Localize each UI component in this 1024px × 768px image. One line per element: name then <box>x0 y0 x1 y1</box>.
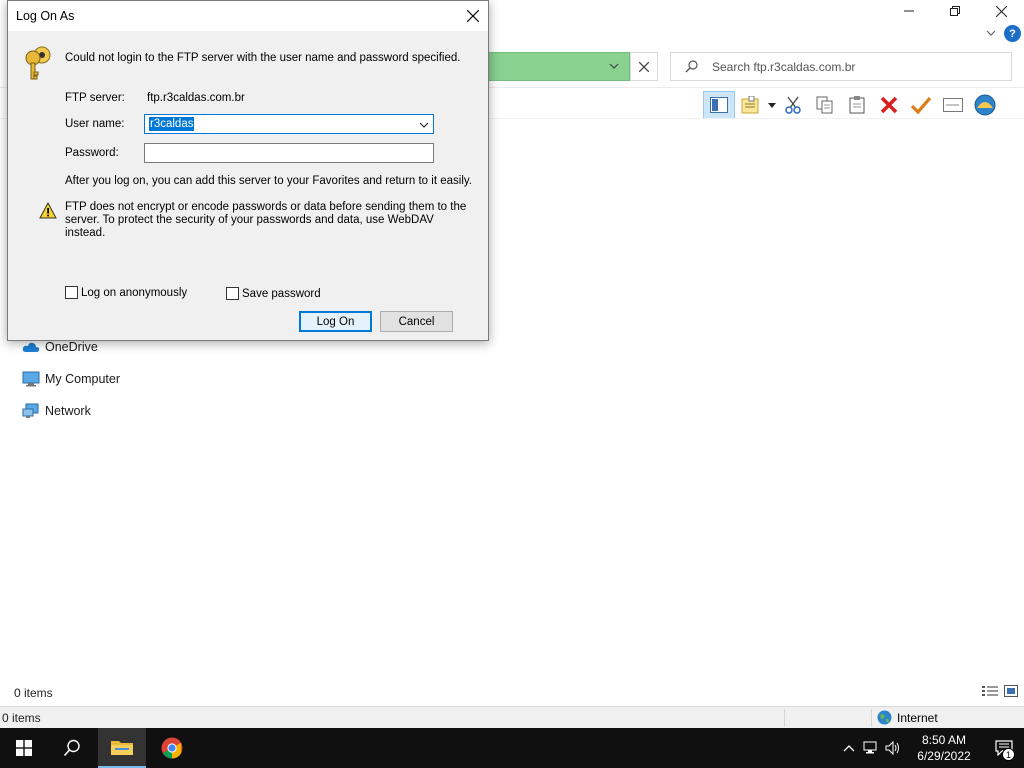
dialog-title: Log On As <box>16 9 75 23</box>
save-password-checkbox[interactable]: Save password <box>226 287 321 300</box>
folder-icon <box>111 741 133 755</box>
copy-icon[interactable] <box>809 91 841 119</box>
anonymous-checkbox[interactable]: Log on anonymously <box>65 286 187 299</box>
taskbar-search-button[interactable] <box>48 728 96 768</box>
checkbox-box[interactable] <box>226 287 239 300</box>
cancel-button-label: Cancel <box>398 315 435 328</box>
security-zone: Internet <box>877 710 938 725</box>
nav-item-label: OneDrive <box>45 340 98 354</box>
properties-note-button[interactable] <box>735 91 767 119</box>
status-divider <box>871 709 872 727</box>
chevron-down-icon[interactable] <box>419 119 429 129</box>
error-message: Could not login to the FTP server with t… <box>65 52 461 64</box>
status-divider <box>784 709 785 727</box>
taskbar-file-explorer[interactable] <box>98 728 146 768</box>
minimize-button[interactable] <box>886 0 932 22</box>
network-icon <box>22 403 40 419</box>
username-label: User name: <box>65 118 125 130</box>
start-button[interactable] <box>0 728 48 768</box>
delete-icon[interactable] <box>873 91 905 119</box>
large-icons-view-icon[interactable] <box>1004 685 1018 700</box>
windows-logo-icon <box>16 740 32 756</box>
properties-dropdown-icon[interactable] <box>767 91 777 119</box>
password-field[interactable] <box>144 143 434 163</box>
username-combobox[interactable]: r3caldas <box>144 114 434 134</box>
nav-item-label: My Computer <box>45 372 121 386</box>
password-label: Password: <box>65 147 119 159</box>
close-button[interactable] <box>978 0 1024 22</box>
address-dropdown-chevron-icon[interactable] <box>606 58 622 74</box>
clock-time: 8:50 AM <box>921 733 967 747</box>
network-status-icon[interactable] <box>860 728 882 768</box>
items-count: 0 items <box>14 686 53 700</box>
logon-dialog: Log On As Could not login to the FTP ser… <box>7 0 489 341</box>
favorites-info-text: After you log on, you can add this serve… <box>65 175 472 187</box>
status-bar: 0 items Internet <box>0 706 1024 728</box>
window-controls <box>886 0 1024 22</box>
keys-icon <box>22 45 54 81</box>
toolbar <box>703 90 1001 120</box>
save-password-label: Save password <box>242 287 321 300</box>
ftp-server-label: FTP server: <box>65 92 125 104</box>
nav-item-label: Network <box>45 404 91 418</box>
warning-icon <box>39 201 57 219</box>
restore-button[interactable] <box>932 0 978 22</box>
onedrive-icon <box>22 339 40 355</box>
logon-button-label: Log On <box>316 315 355 328</box>
clock[interactable]: 8:50 AM 6/29/2022 <box>904 732 984 764</box>
paste-icon[interactable] <box>841 91 873 119</box>
checkmark-icon[interactable] <box>905 91 937 119</box>
internet-globe-icon <box>877 710 892 725</box>
security-warning-text: FTP does not encrypt or encode passwords… <box>65 201 467 239</box>
computer-icon <box>22 371 40 387</box>
view-toggle <box>982 685 1018 700</box>
shell-web-icon[interactable] <box>969 91 1001 119</box>
anonymous-label: Log on anonymously <box>81 286 188 299</box>
cut-icon[interactable] <box>777 91 809 119</box>
volume-icon[interactable] <box>882 728 904 768</box>
chrome-icon <box>161 737 183 759</box>
preview-pane-button[interactable] <box>703 91 735 119</box>
system-tray: 8:50 AM 6/29/2022 1 <box>838 728 1024 768</box>
taskbar: 8:50 AM 6/29/2022 1 <box>0 728 1024 768</box>
cancel-button[interactable]: Cancel <box>380 311 453 332</box>
show-hidden-icons-chevron-icon[interactable] <box>838 728 860 768</box>
logon-button[interactable]: Log On <box>299 311 372 332</box>
dialog-titlebar: Log On As <box>8 1 488 31</box>
search-box[interactable] <box>670 52 1012 81</box>
help-icon[interactable]: ? <box>1004 25 1021 42</box>
taskbar-chrome[interactable] <box>148 728 196 768</box>
search-icon <box>63 739 80 757</box>
address-close-icon[interactable] <box>630 52 658 81</box>
nav-item-network[interactable]: Network <box>22 401 91 421</box>
dialog-close-icon[interactable] <box>462 5 484 27</box>
details-view-icon[interactable] <box>982 685 998 700</box>
zone-label: Internet <box>897 710 938 725</box>
search-icon <box>684 59 700 75</box>
clock-date: 6/29/2022 <box>917 749 971 763</box>
ftp-server-value: ftp.r3caldas.com.br <box>147 92 245 104</box>
status-item-count: 0 items <box>2 711 41 725</box>
action-center-button[interactable]: 1 <box>984 728 1024 768</box>
rename-icon[interactable] <box>937 91 969 119</box>
username-value[interactable]: r3caldas <box>149 117 195 131</box>
notification-count-badge: 1 <box>1002 748 1015 761</box>
nav-item-my-computer[interactable]: My Computer <box>22 369 120 389</box>
checkbox-box[interactable] <box>65 286 78 299</box>
ribbon-expand-chevron-icon[interactable] <box>984 26 998 40</box>
search-input[interactable] <box>712 59 1002 74</box>
